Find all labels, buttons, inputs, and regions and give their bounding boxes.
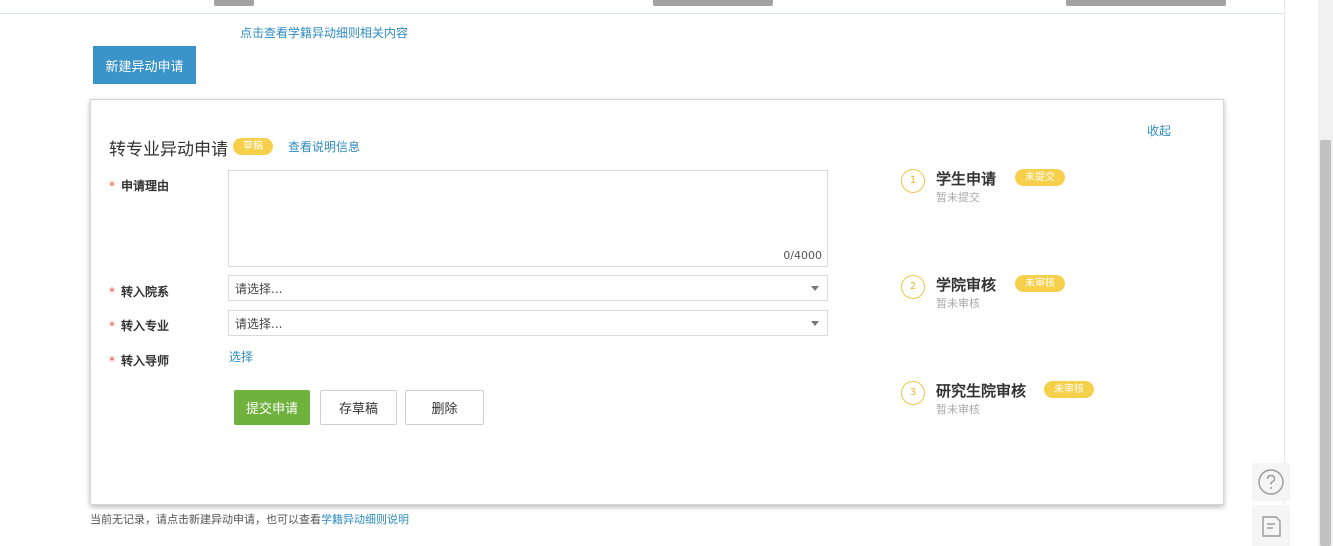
edit-note-icon	[1262, 515, 1281, 537]
top-cut-content	[0, 0, 1284, 14]
reason-textarea[interactable]: 0/4000	[228, 170, 828, 267]
save-draft-button[interactable]: 存草稿	[320, 390, 397, 425]
step-number: 1	[901, 169, 925, 193]
step-status: 暂未审核	[936, 297, 980, 310]
step-college-review: 2 学院审核 未审核 暂未审核	[901, 273, 1161, 313]
department-select[interactable]: 请选择...	[228, 275, 828, 301]
collapse-link[interactable]: 收起	[1147, 122, 1171, 139]
choose-supervisor-link[interactable]: 选择	[229, 348, 253, 365]
step-badge: 未审核	[1044, 381, 1094, 398]
major-select[interactable]: 请选择...	[228, 310, 828, 336]
step-graduate-review: 3 研究生院审核 未审核 暂未审核	[901, 379, 1161, 419]
step-name: 学生申请	[936, 170, 997, 188]
caret-down-icon	[811, 321, 819, 326]
supervisor-label: * 转入导师	[109, 354, 170, 368]
feedback-button[interactable]	[1252, 505, 1290, 546]
card-title: 转专业异动申请	[109, 140, 228, 160]
step-badge: 未审核	[1015, 275, 1065, 292]
question-circle-icon	[1258, 469, 1284, 495]
reason-label: * 申请理由	[109, 179, 170, 193]
required-mark: *	[109, 354, 115, 368]
major-select-value: 请选择...	[235, 316, 283, 331]
major-label: * 转入专业	[109, 319, 170, 333]
step-status: 暂未提交	[936, 191, 980, 204]
caret-down-icon	[811, 286, 819, 291]
step-name: 研究生院审核	[936, 382, 1027, 400]
required-mark: *	[109, 285, 115, 299]
required-mark: *	[109, 179, 115, 193]
char-counter: 0/4000	[783, 249, 822, 262]
rules-link[interactable]: 点击查看学籍异动细则相关内容	[240, 24, 408, 41]
rules-detail-link[interactable]: 学籍异动细则说明	[321, 513, 409, 526]
step-badge: 未提交	[1015, 169, 1065, 186]
required-mark: *	[109, 319, 115, 333]
department-label: * 转入院系	[109, 285, 170, 299]
department-select-value: 请选择...	[235, 281, 283, 296]
submit-button[interactable]: 提交申请	[234, 390, 310, 425]
step-status: 暂未审核	[936, 403, 980, 416]
step-number: 3	[901, 381, 925, 405]
scrollbar-thumb[interactable]	[1320, 140, 1331, 546]
delete-button[interactable]: 删除	[405, 390, 484, 425]
empty-record-note: 当前无记录，请点击新建异动申请，也可以查看学籍异动细则说明	[90, 513, 409, 526]
view-info-link[interactable]: 查看说明信息	[288, 138, 360, 155]
new-application-button[interactable]: 新建异动申请	[93, 46, 196, 84]
status-badge: 草稿	[233, 138, 273, 155]
help-button[interactable]	[1252, 463, 1290, 501]
step-student-apply: 1 学生申请 未提交 暂未提交	[901, 167, 1161, 207]
step-number: 2	[901, 275, 925, 299]
application-card: 收起 转专业异动申请 草稿 查看说明信息 * 申请理由 0/4000 * 转入院系 …	[90, 99, 1224, 505]
step-name: 学院审核	[936, 276, 997, 294]
